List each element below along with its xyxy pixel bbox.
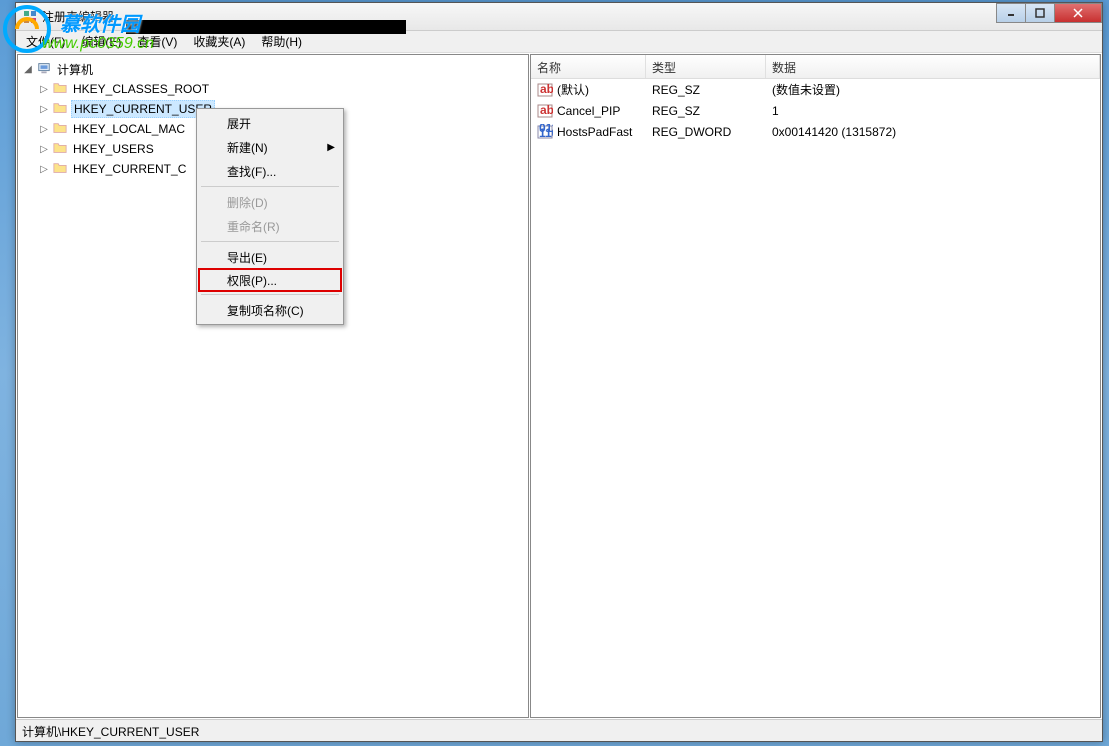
value-name: Cancel_PIP [557, 104, 620, 118]
menu-edit[interactable]: 编辑(E) [73, 30, 129, 53]
folder-icon [52, 161, 68, 177]
header-type[interactable]: 类型 [646, 55, 766, 78]
ctx-delete: 删除(D) [199, 190, 341, 214]
tree-node-label: HKEY_LOCAL_MAC [71, 121, 187, 137]
value-type: REG_SZ [646, 102, 766, 120]
ctx-rename: 重命名(R) [199, 214, 341, 238]
ctx-expand[interactable]: 展开 [199, 111, 341, 135]
value-list-panel: 名称 类型 数据 ab (默认) REG_SZ (数值未设置) ab Cance… [530, 54, 1101, 718]
expander-icon[interactable]: ▷ [38, 143, 50, 155]
separator [201, 294, 339, 295]
list-row[interactable]: 011110 HostsPadFast REG_DWORD 0x00141420… [531, 121, 1100, 142]
minimize-button[interactable] [996, 3, 1026, 23]
svg-text:ab: ab [540, 82, 553, 96]
tree-root-label: 计算机 [55, 60, 95, 79]
app-icon [22, 9, 38, 25]
ctx-permissions[interactable]: 权限(P)... [198, 268, 342, 292]
expander-icon[interactable]: ▷ [38, 123, 50, 135]
menubar: 文件(F) 编辑(E) 查看(V) 收藏夹(A) 帮助(H) [16, 31, 1102, 53]
list-row[interactable]: ab (默认) REG_SZ (数值未设置) [531, 79, 1100, 100]
list-row[interactable]: ab Cancel_PIP REG_SZ 1 [531, 100, 1100, 121]
expander-icon[interactable]: ▷ [38, 83, 50, 95]
tree-root-computer[interactable]: ◢ 计算机 [20, 59, 526, 79]
computer-icon [36, 61, 52, 77]
value-name: (默认) [557, 81, 589, 98]
tree-node-hkcr[interactable]: ▷ HKEY_CLASSES_ROOT [20, 79, 526, 99]
context-menu: 展开 新建(N)▶ 查找(F)... 删除(D) 重命名(R) 导出(E) 权限… [196, 108, 344, 325]
redaction-bar [126, 20, 406, 34]
close-button[interactable] [1054, 3, 1102, 23]
svg-text:ab: ab [540, 103, 553, 117]
tree-node-label: HKEY_CURRENT_C [71, 161, 188, 177]
expander-icon[interactable]: ▷ [38, 163, 50, 175]
status-path: 计算机\HKEY_CURRENT_USER [22, 725, 199, 739]
content-area: ◢ 计算机 ▷ HKEY_CLASSES_ROOT ▷ HKEY_CURRENT… [16, 53, 1102, 719]
value-type: REG_DWORD [646, 123, 766, 141]
value-name: HostsPadFast [557, 125, 632, 139]
separator [201, 186, 339, 187]
separator [201, 241, 339, 242]
list-header: 名称 类型 数据 [531, 55, 1100, 79]
header-data[interactable]: 数据 [766, 55, 1100, 78]
window-title: 注册表编辑器 [42, 8, 114, 25]
maximize-button[interactable] [1025, 3, 1055, 23]
expander-icon[interactable]: ◢ [22, 63, 34, 75]
tree-node-label: HKEY_CLASSES_ROOT [71, 81, 211, 97]
value-data: 0x00141420 (1315872) [766, 123, 1100, 141]
ctx-copy-key-name[interactable]: 复制项名称(C) [199, 298, 341, 322]
registry-editor-window: 注册表编辑器 文件(F) 编辑(E) 查看(V) 收藏夹(A) 帮助(H) ◢ … [15, 2, 1103, 742]
ctx-new[interactable]: 新建(N)▶ [199, 135, 341, 159]
folder-icon [52, 101, 68, 117]
svg-text:110: 110 [539, 126, 553, 140]
window-controls [997, 3, 1102, 23]
folder-icon [52, 121, 68, 137]
statusbar: 计算机\HKEY_CURRENT_USER [16, 719, 1102, 741]
value-type: REG_SZ [646, 81, 766, 99]
ctx-find[interactable]: 查找(F)... [199, 159, 341, 183]
folder-icon [52, 141, 68, 157]
submenu-arrow-icon: ▶ [327, 142, 335, 153]
string-value-icon: ab [537, 103, 553, 119]
list-body[interactable]: ab (默认) REG_SZ (数值未设置) ab Cancel_PIP REG… [531, 79, 1100, 717]
value-data: 1 [766, 102, 1100, 120]
header-name[interactable]: 名称 [531, 55, 646, 78]
expander-icon[interactable]: ▷ [38, 103, 50, 115]
tree-node-label: HKEY_USERS [71, 141, 156, 157]
ctx-export[interactable]: 导出(E) [199, 245, 341, 269]
string-value-icon: ab [537, 82, 553, 98]
tree-node-label: HKEY_CURRENT_USER [71, 100, 215, 118]
value-data: (数值未设置) [766, 79, 1100, 100]
folder-icon [52, 81, 68, 97]
menu-file[interactable]: 文件(F) [18, 30, 73, 53]
binary-value-icon: 011110 [537, 124, 553, 140]
